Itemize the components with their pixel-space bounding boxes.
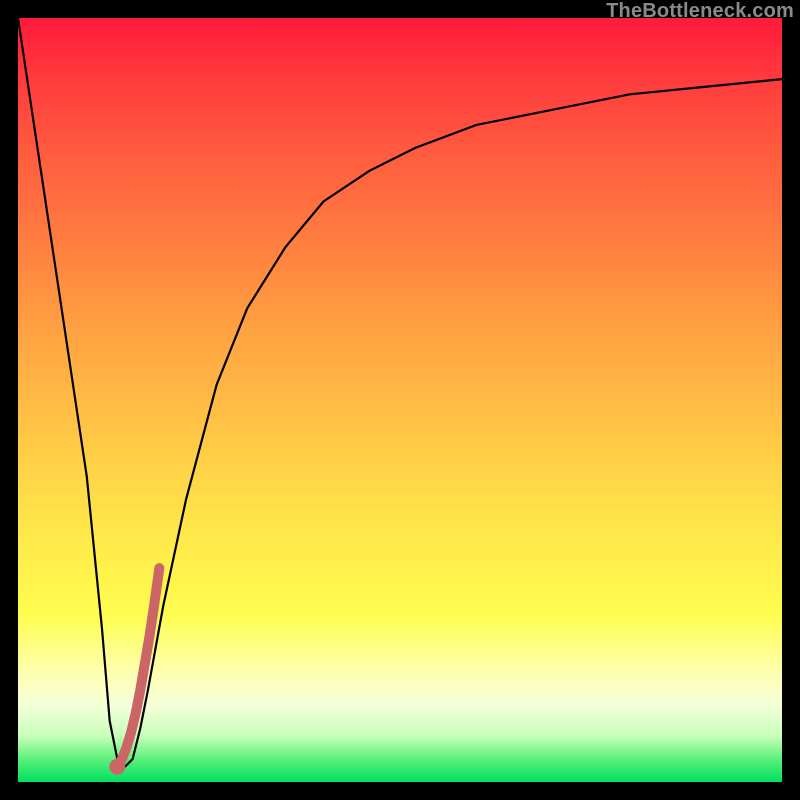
highlight-end-dot [109,759,125,775]
chart-stage: TheBottleneck.com [0,0,800,800]
main-curve [18,18,782,767]
watermark-text: TheBottleneck.com [606,0,794,23]
chart-svg [18,18,782,782]
